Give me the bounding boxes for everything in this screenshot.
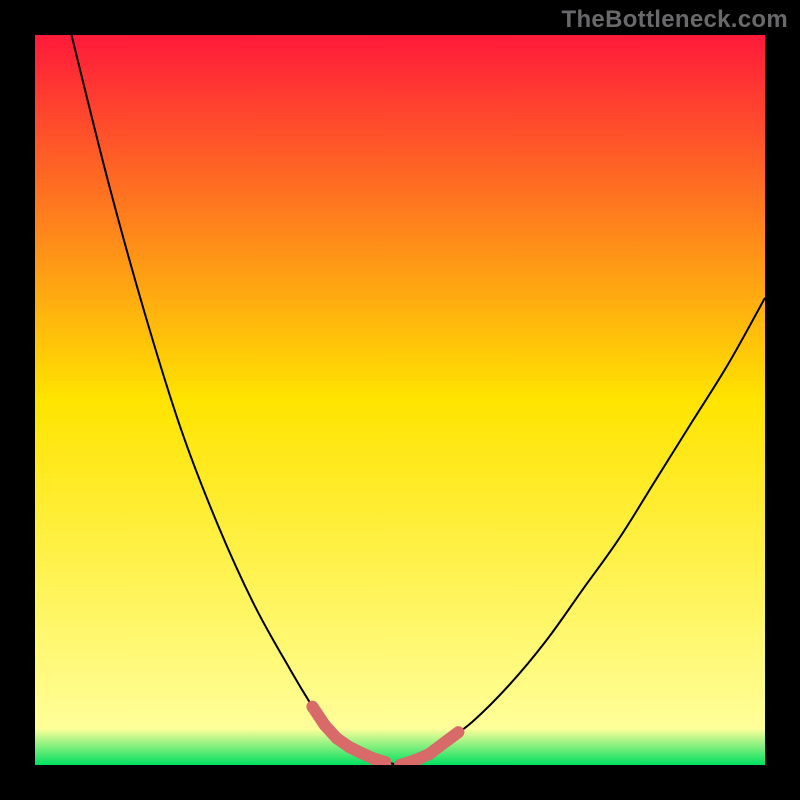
plot-area xyxy=(35,35,765,765)
marker-segment xyxy=(449,732,459,739)
chart-container: TheBottleneck.com xyxy=(0,0,800,800)
gradient-background xyxy=(35,35,765,765)
watermark-text: TheBottleneck.com xyxy=(562,6,788,34)
marker-segment xyxy=(373,758,385,762)
chart-svg xyxy=(35,35,765,765)
